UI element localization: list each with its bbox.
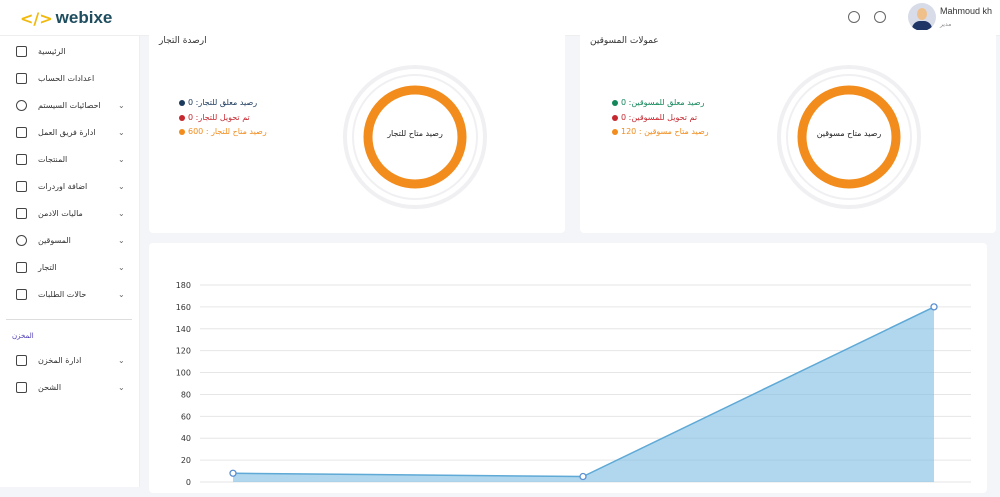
data-point[interactable]: [229, 469, 237, 477]
sidebar-item-label: ماليات الادمن: [38, 208, 83, 218]
sidebar-item-label: المسوقين: [38, 235, 71, 245]
logo[interactable]: </> webixe: [20, 8, 112, 28]
chevron-down-icon: ⌄: [118, 262, 125, 272]
legend-item: تم تحويل للمسوقين: 0: [612, 111, 709, 126]
sidebar-item-label: ادارة المخزن: [38, 355, 82, 365]
sidebar-item[interactable]: اعدادات الحساب: [0, 68, 140, 88]
sidebar-item[interactable]: التجار ⌄: [0, 257, 140, 277]
pie-chart-icon: [16, 99, 27, 111]
legend-dot-icon: [612, 100, 618, 107]
sidebar-item-label: احصائيات السيستم: [38, 100, 101, 110]
y-tick-label: 140: [176, 325, 191, 334]
chevron-down-icon: ⌄: [118, 208, 125, 218]
bug-icon: [16, 261, 27, 273]
legend-text: رصيد متاح مسوقين : 120: [621, 127, 709, 136]
legend-dot-icon: [179, 100, 185, 107]
calendar-icon: [16, 207, 27, 219]
bell-icon[interactable]: [848, 11, 860, 23]
y-tick-label: 20: [181, 456, 191, 465]
y-tick-label: 0: [186, 478, 191, 487]
sidebar-item[interactable]: الرئيسية: [0, 41, 140, 61]
card-title: عمولات المسوقين: [590, 36, 659, 46]
data-point[interactable]: [579, 472, 587, 481]
sidebar: المخزن الرئيسية اعدادات الحساب احصائيات ال…: [0, 36, 140, 487]
marketers-card: عمولات المسوقين رصيد معلق للمسوقين: 0 تم …: [580, 30, 996, 233]
legend-text: رصيد معلق للتجار: 0: [188, 98, 258, 107]
legend: رصيد معلق للمسوقين: 0 تم تحويل للمسوقين: …: [612, 96, 709, 140]
legend-item: رصيد معلق للتجار: 0: [179, 96, 267, 111]
file-icon: [16, 288, 27, 300]
legend-dot-icon: [612, 114, 618, 121]
y-tick-label: 180: [176, 281, 191, 290]
sidebar-item[interactable]: حالات الطلبات ⌄: [0, 284, 140, 304]
line-chart-card: 0 20 40 60 80 100 120 140 160 180: [149, 243, 987, 493]
user-icon: [16, 72, 27, 84]
command-icon: [16, 180, 27, 192]
data-point[interactable]: [930, 303, 938, 311]
sidebar-item-label: المنتجات: [38, 154, 68, 164]
legend-item: رصيد متاح للتجار : 600: [179, 125, 267, 140]
legend-item: رصيد معلق للمسوقين: 0: [612, 96, 709, 111]
archive-icon: [16, 153, 27, 165]
legend-text: تم تحويل للمسوقين: 0: [621, 112, 698, 122]
y-tick-label: 120: [176, 347, 191, 356]
section-title: المخزن: [12, 332, 34, 340]
y-tick-label: 160: [176, 303, 191, 312]
legend: رصيد معلق للتجار: 0 تم تحويل للتجار: 0 رصي…: [179, 96, 267, 140]
sidebar-item-label: ادارة فريق العمل: [38, 127, 96, 137]
home-icon: [16, 45, 27, 57]
y-tick-label: 80: [181, 390, 191, 399]
legend-text: رصيد معلق للمسوقين: 0: [621, 98, 705, 107]
chevron-down-icon: ⌄: [118, 127, 125, 137]
legend-text: رصيد متاح للتجار : 600: [188, 127, 267, 136]
sidebar-item-label: اضافة اوردرات: [38, 181, 88, 191]
sidebar-item[interactable]: ادارة المخزن ⌄: [0, 350, 140, 370]
chevron-down-icon: ⌄: [118, 154, 125, 164]
legend-dot-icon: [179, 129, 185, 136]
user-role: مدير: [940, 21, 952, 28]
legend-item: تم تحويل للتجار: 0: [179, 111, 267, 126]
legend-item: رصيد متاح مسوقين : 120: [612, 125, 709, 140]
pdf-icon: [16, 354, 27, 366]
chevron-down-icon: ⌄: [118, 382, 125, 392]
chevron-down-icon: ⌄: [118, 289, 125, 299]
donut-center-label: رصيد متاح مسوقين: [816, 129, 882, 138]
sidebar-item[interactable]: اضافة اوردرات ⌄: [0, 176, 140, 196]
table-icon: [16, 126, 27, 138]
legend-dot-icon: [612, 129, 618, 136]
y-tick-label: 60: [181, 412, 191, 421]
sidebar-item[interactable]: ادارة فريق العمل ⌄: [0, 122, 140, 142]
divider: [6, 319, 132, 320]
legend-text: تم تحويل للتجار: 0: [188, 112, 250, 122]
sidebar-item-label: الرئيسية: [38, 46, 66, 56]
chevron-down-icon: ⌄: [118, 100, 125, 110]
donut-center-label: رصيد متاح للتجار: [387, 129, 443, 138]
card-title: ارصدة التجار: [159, 36, 207, 46]
sidebar-item[interactable]: ماليات الادمن ⌄: [0, 203, 140, 223]
pdf-icon: [16, 381, 27, 393]
area-chart: 0 20 40 60 80 100 120 140 160 180: [176, 281, 971, 487]
sidebar-item-label: حالات الطلبات: [38, 289, 87, 299]
y-tick-label: 40: [181, 434, 191, 443]
chevron-down-icon: ⌄: [118, 181, 125, 191]
y-tick-label: 100: [176, 369, 191, 378]
sidebar-item-label: اعدادات الحساب: [38, 73, 95, 83]
merchants-card: ارصدة التجار رصيد معلق للتجار: 0 تم تحويل…: [149, 30, 565, 233]
sidebar-item[interactable]: الشحن ⌄: [0, 377, 140, 397]
legend-dot-icon: [179, 114, 185, 121]
sidebar-item-label: التجار: [38, 262, 57, 272]
user-name: Mahmoud kh: [940, 6, 993, 16]
pie-chart-icon: [16, 234, 27, 246]
chevron-down-icon: ⌄: [118, 355, 125, 365]
sidebar-item-label: الشحن: [38, 382, 62, 392]
sidebar-item[interactable]: المسوقين ⌄: [0, 230, 140, 250]
sidebar-item[interactable]: المنتجات ⌄: [0, 149, 140, 169]
logo-icon: </>: [20, 8, 53, 28]
sidebar-item[interactable]: احصائيات السيستم ⌄: [0, 95, 140, 115]
chevron-down-icon: ⌄: [118, 235, 125, 245]
whatsapp-icon[interactable]: [874, 11, 886, 23]
avatar[interactable]: [908, 3, 936, 31]
